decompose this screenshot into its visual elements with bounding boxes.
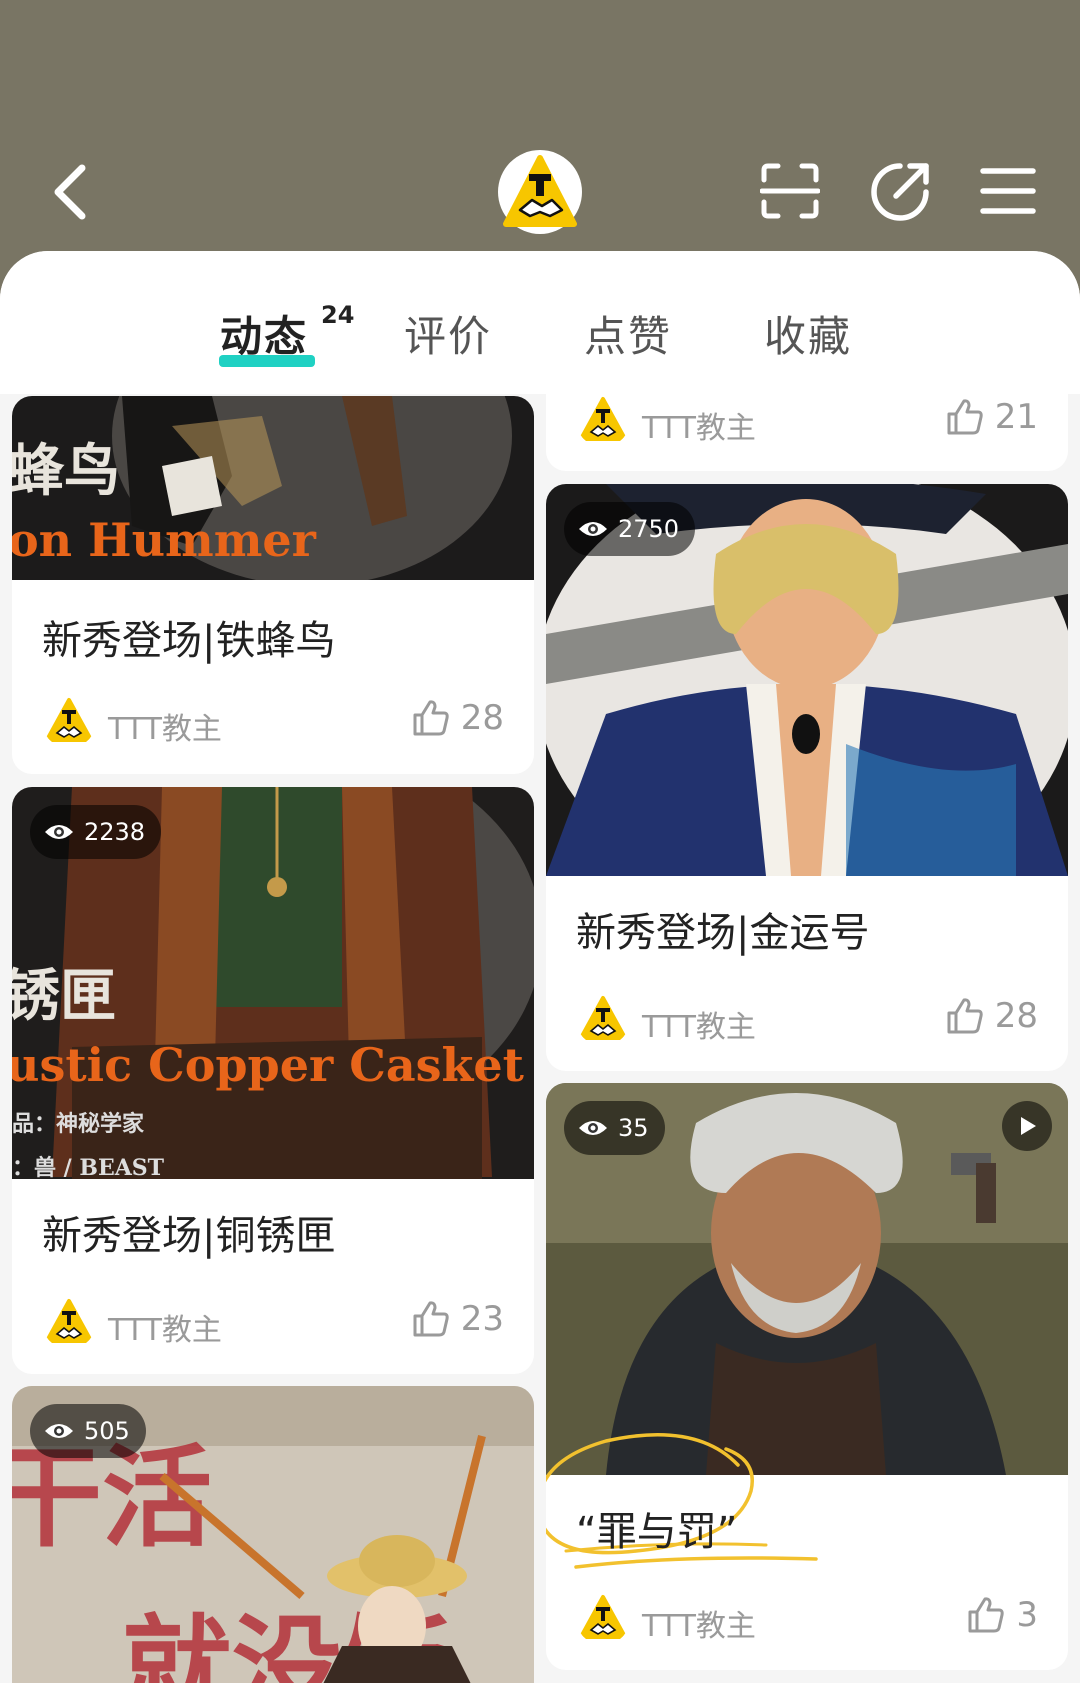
like-button[interactable]: 21 [945, 397, 1038, 437]
like-count: 28 [994, 996, 1038, 1036]
eye-icon [579, 522, 607, 536]
menu-icon[interactable] [980, 166, 1036, 216]
post-image: 蜂鸟 on Hummer [12, 396, 534, 580]
overlay-text: 蜂鸟 [12, 438, 120, 504]
eye-icon [45, 825, 73, 839]
author-name: TTT教主 [108, 1313, 222, 1348]
author-avatar [42, 694, 96, 748]
post-meta: TTT教主 21 [576, 393, 1038, 449]
overlay-text: ustic Copper Casket [12, 1038, 525, 1092]
like-count: 3 [1016, 1595, 1038, 1635]
view-count-badge: 505 [30, 1404, 146, 1458]
post-title: “罪与罚” [576, 1509, 738, 1555]
thumbs-up-icon [947, 998, 983, 1034]
tab-likes[interactable]: 点赞 [584, 303, 672, 364]
thumbs-up-icon [947, 399, 983, 435]
tab-active-indicator [219, 355, 315, 367]
like-button[interactable]: 3 [966, 1595, 1038, 1635]
like-count: 23 [460, 1299, 504, 1339]
view-count-badge: 35 [564, 1101, 665, 1155]
author-name: TTT教主 [642, 1609, 756, 1644]
like-button[interactable]: 23 [411, 1299, 504, 1339]
overlay-text: 锈匣 [12, 963, 116, 1029]
post-meta: TTT教主 3 [576, 1591, 1038, 1647]
like-count: 28 [460, 698, 504, 738]
content-sheet: 动态 24 评价 点赞 收藏 蜂鸟 on Hummer 新秀登场|铁蜂鸟 TTT [0, 251, 1080, 1683]
play-icon [1021, 1117, 1036, 1135]
view-count: 2750 [618, 515, 680, 543]
author-name: TTT教主 [642, 1010, 756, 1045]
post-meta: TTT教主 28 [42, 694, 504, 750]
post-title: 新秀登场|铁蜂鸟 [42, 618, 336, 664]
post-card[interactable]: 干活 就没饭 505 [12, 1386, 534, 1683]
shop-logo[interactable] [498, 150, 582, 234]
share-icon[interactable] [868, 160, 932, 222]
author-avatar [576, 992, 630, 1046]
author-avatar [576, 393, 630, 447]
view-count: 35 [618, 1114, 649, 1142]
eye-icon [579, 1121, 607, 1135]
like-button[interactable]: 28 [411, 698, 504, 738]
post-title: 新秀登场|铜锈匣 [42, 1213, 336, 1259]
author-name: TTT教主 [642, 411, 756, 446]
post-card[interactable]: 35 “罪与罚” TTT教主 3 [546, 1083, 1068, 1670]
tab-dynamics-count: 24 [321, 301, 355, 329]
author-avatar [576, 1591, 630, 1645]
view-count-badge: 2750 [564, 502, 696, 556]
tab-favorites[interactable]: 收藏 [764, 303, 852, 364]
like-button[interactable]: 28 [945, 996, 1038, 1036]
thumbs-up-icon [413, 1301, 449, 1337]
thumbs-up-icon [968, 1597, 1005, 1633]
post-card[interactable]: 锈匣 ustic Copper Casket 品：神秘学家 ：兽 / BEAST… [12, 787, 534, 1374]
overlay-text: on Hummer [12, 513, 317, 567]
post-card[interactable]: 2750 新秀登场|金运号 TTT教主 28 [546, 484, 1068, 1071]
back-arrow-icon[interactable] [50, 162, 90, 222]
video-play-button[interactable] [1002, 1101, 1052, 1151]
post-title: 新秀登场|金运号 [576, 910, 870, 956]
author-avatar [42, 1295, 96, 1349]
view-count-badge: 2238 [30, 805, 162, 859]
view-count: 2238 [84, 818, 146, 846]
overlay-text: 品：神秘学家 [12, 1111, 145, 1137]
tab-reviews[interactable]: 评价 [404, 303, 492, 364]
post-meta: TTT教主 28 [576, 992, 1038, 1048]
post-meta: TTT教主 23 [42, 1295, 504, 1351]
post-card[interactable]: 蜂鸟 on Hummer 新秀登场|铁蜂鸟 TTT教主 28 [12, 396, 534, 774]
like-count: 21 [994, 397, 1038, 437]
view-count: 505 [84, 1417, 130, 1445]
overlay-text: ：兽 / BEAST [12, 1155, 165, 1179]
thumbs-up-icon [413, 700, 449, 736]
author-name: TTT教主 [108, 712, 222, 747]
eye-icon [45, 1424, 73, 1438]
handshake-logo-icon [503, 155, 577, 227]
post-card[interactable]: TTT教主 21 [546, 371, 1068, 471]
scan-icon[interactable] [760, 162, 820, 220]
